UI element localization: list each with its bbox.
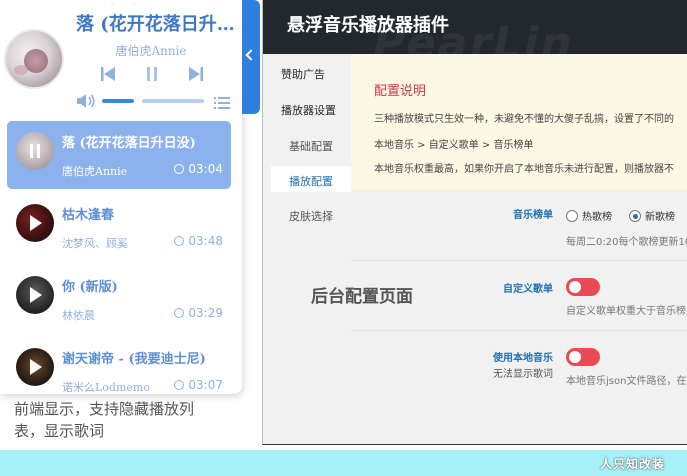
settings-sidebar: 赞助广告 播放器设置 基础配置 播放配置 皮肤选择: [271, 54, 351, 404]
screenshot-stage: ◦ ◦ 落 (花开花落日升日没) 唐伯虎Annie: [0, 0, 687, 476]
previous-track-button[interactable]: [100, 66, 116, 86]
notice-heading: 配置说明: [374, 84, 427, 99]
pause-icon: [30, 144, 40, 158]
radio-selected-icon: [629, 210, 641, 222]
music-player: ◦ ◦ 落 (花开花落日升日没) 唐伯虎Annie: [0, 0, 242, 394]
list-icon: [214, 97, 230, 109]
playlist-item[interactable]: 谢天谢帝 - (我要迪士尼) 诺米么Lodmemo 03:07: [7, 337, 231, 394]
track-artist: 诺米么Lodmemo: [62, 381, 150, 394]
radio-new-chart[interactable]: 新歌榜: [629, 208, 675, 223]
notice-line: 三种播放模式只生效一种，未避免不懂的大傻子乱搞，设置了不同的: [374, 114, 674, 125]
player-caption: 前端显示，支持隐藏播放列表，显示歌词: [14, 400, 195, 440]
sidebar-item-basic-config[interactable]: 基础配置: [271, 138, 351, 154]
clock-icon: [174, 308, 185, 318]
album-cover: [4, 29, 64, 89]
track-thumbnail: [16, 348, 54, 386]
skip-forward-icon: [189, 67, 203, 81]
admin-panel: PearLin 悬浮音乐播放器插件 赞助广告 播放器设置 基础配置 播放配置 皮…: [262, 0, 687, 445]
playlist: 落 (花开花落日升日没) 唐伯虎Annie 03:04 枯木逢春 沈梦风、顾奚 …: [7, 121, 231, 394]
now-playing-title: 落 (花开花落日升日没): [76, 14, 240, 35]
radio-hot-chart[interactable]: 热歌榜: [566, 208, 612, 223]
chart-hint: 每周二0:20每个歌榜更新10: [566, 237, 687, 248]
clock-icon: [174, 380, 185, 390]
chevron-left-icon: [245, 49, 257, 61]
divider: [351, 260, 687, 261]
collapse-player-button[interactable]: [242, 0, 260, 114]
admin-title: 悬浮音乐播放器插件: [287, 15, 449, 36]
local-music-label: 使用本地音乐: [493, 353, 553, 364]
track-artist: 唐伯虎Annie: [62, 165, 128, 178]
next-track-button[interactable]: [188, 66, 204, 86]
divider: [351, 330, 687, 331]
sidebar-item-player-settings[interactable]: 播放器设置: [271, 102, 351, 124]
admin-footer: [271, 404, 687, 444]
track-duration: 03:29: [174, 306, 223, 320]
play-icon: [30, 287, 42, 303]
track-artist: 林依晨: [62, 309, 95, 322]
track-title: 落 (花开花落日升日没): [62, 136, 196, 151]
sidebar-item-playback-config[interactable]: 播放配置: [271, 166, 351, 192]
admin-overlay-label: 后台配置页面: [311, 287, 413, 307]
track-duration: 03:48: [174, 234, 223, 248]
track-thumbnail: [16, 132, 54, 170]
notice-line: 本地音乐 > 自定义歌单 > 音乐榜单: [374, 140, 534, 151]
settings-content: 配置说明 三种播放模式只生效一种，未避免不懂的大傻子乱搞，设置了不同的 本地音乐…: [351, 54, 687, 404]
config-notice: 配置说明 三种播放模式只生效一种，未避免不懂的大傻子乱搞，设置了不同的 本地音乐…: [351, 54, 687, 190]
track-title: 谢天谢帝 - (我要迪士尼): [62, 352, 206, 367]
local-music-hint: 本地音乐json文件路径，在: [566, 376, 687, 387]
admin-body: 赞助广告 播放器设置 基础配置 播放配置 皮肤选择 配置说明 三种播放模式只生效…: [271, 54, 687, 404]
admin-header: PearLin 悬浮音乐播放器插件: [263, 0, 687, 69]
notice-line: 本地音乐权重最高，如果你开启了本地音乐未进行配置，则播放器不: [374, 164, 674, 175]
track-artist: 沈梦风、顾奚: [62, 237, 128, 250]
play-icon: [30, 359, 42, 375]
playlist-item[interactable]: 你 (新版) 林依晨 03:29: [7, 265, 231, 333]
clock-icon: [174, 236, 185, 246]
track-title: 你 (新版): [62, 280, 118, 295]
volume-button[interactable]: [76, 93, 96, 113]
skip-back-icon: [101, 67, 115, 81]
radio-icon: [566, 210, 578, 222]
track-thumbnail: [16, 204, 54, 242]
progress-bar[interactable]: [142, 99, 204, 103]
custom-playlist-hint: 自定义歌单权重大于音乐榜: [566, 306, 686, 317]
sidebar-item-skin-select[interactable]: 皮肤选择: [271, 208, 351, 224]
playlist-toggle-button[interactable]: [214, 95, 230, 114]
play-icon: [30, 215, 42, 231]
speaker-icon: [77, 94, 95, 108]
clock-icon: [174, 164, 185, 174]
chart-label: 音乐榜单: [513, 210, 553, 221]
sidebar-item-sponsor[interactable]: 赞助广告: [271, 66, 351, 82]
local-music-toggle[interactable]: [566, 348, 600, 366]
bottom-band: [0, 450, 687, 476]
track-duration: 03:04: [174, 162, 223, 176]
local-music-sub: 无法显示歌词: [493, 369, 553, 380]
playlist-item[interactable]: 枯木逢春 沈梦风、顾奚 03:48: [7, 193, 231, 261]
volume-level[interactable]: [102, 99, 134, 103]
track-title: 枯木逢春: [62, 208, 115, 223]
custom-playlist-label: 自定义歌单: [503, 284, 553, 295]
now-playing-artist: 唐伯虎Annie: [115, 44, 187, 58]
track-duration: 03:07: [174, 378, 223, 392]
playlist-item[interactable]: 落 (花开花落日升日没) 唐伯虎Annie 03:04: [7, 121, 231, 189]
image-watermark: 人只知改装: [599, 457, 665, 471]
custom-playlist-toggle[interactable]: [566, 278, 600, 296]
pause-icon: [147, 67, 157, 81]
track-thumbnail: [16, 276, 54, 314]
pause-button[interactable]: [144, 66, 160, 86]
